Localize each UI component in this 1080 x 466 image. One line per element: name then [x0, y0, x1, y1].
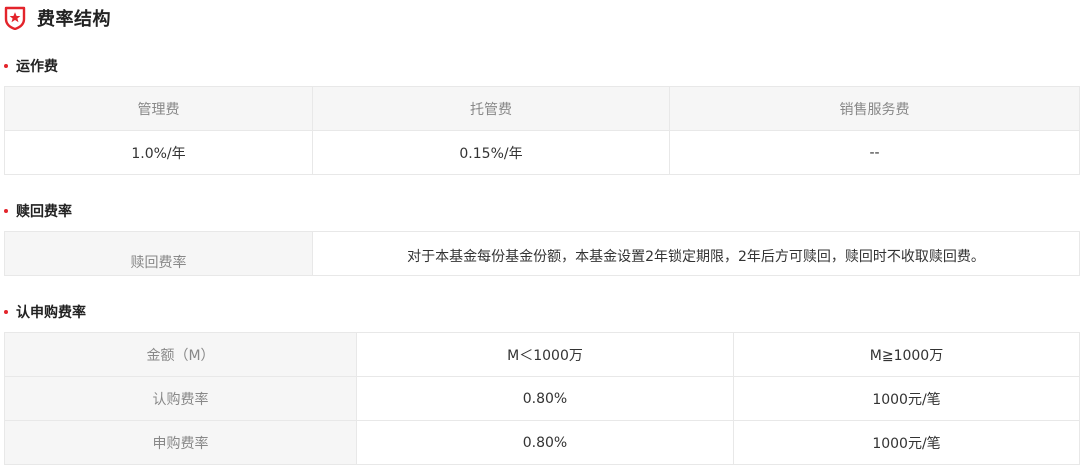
row-label-purchase-rate: 申购费率 — [4, 420, 357, 465]
table-row: 1.0%/年 0.15%/年 -- — [4, 130, 1080, 175]
section-title-label: 认申购费率 — [16, 305, 86, 321]
header-cell-custody-fee: 托管费 — [312, 86, 670, 131]
header-cell-amount: 金额（M） — [4, 332, 357, 377]
red-dot-icon — [4, 209, 8, 213]
cell-management-fee: 1.0%/年 — [4, 130, 313, 175]
header-cell-sales-service-fee: 销售服务费 — [669, 86, 1080, 131]
page-header: 费率结构 — [4, 5, 111, 31]
redemption-table: 赎回费率 对于本基金每份基金份额，本基金设置2年锁定期限，2年后方可赎回，赎回时… — [4, 231, 1080, 276]
red-dot-icon — [4, 64, 8, 68]
table-row: 申购费率 0.80% 1000元/笔 — [4, 420, 1080, 465]
row-label-subscription-rate: 认购费率 — [4, 376, 357, 421]
cell-value: 0.80% — [356, 376, 734, 421]
page-title: 费率结构 — [37, 9, 111, 30]
redemption-description-cell: 对于本基金每份基金份额，本基金设置2年锁定期限，2年后方可赎回，赎回时不收取赎回… — [312, 231, 1080, 276]
table-row: 赎回费率 对于本基金每份基金份额，本基金设置2年锁定期限，2年后方可赎回，赎回时… — [4, 231, 1080, 276]
red-dot-icon — [4, 310, 8, 314]
shield-star-icon — [4, 6, 26, 30]
redemption-label-cell: 赎回费率 — [4, 231, 313, 276]
table-header-row: 管理费 托管费 销售服务费 — [4, 86, 1080, 131]
operating-fees-table: 管理费 托管费 销售服务费 1.0%/年 0.15%/年 -- — [4, 86, 1080, 175]
section-title-subscription: 认申购费率 — [4, 302, 86, 322]
section-title-label: 赎回费率 — [16, 204, 72, 220]
section-title-redemption: 赎回费率 — [4, 201, 72, 221]
header-cell-below-threshold: M＜1000万 — [356, 332, 734, 377]
table-row: 认购费率 0.80% 1000元/笔 — [4, 376, 1080, 421]
header-cell-management-fee: 管理费 — [4, 86, 313, 131]
table-header-row: 金额（M） M＜1000万 M≧1000万 — [4, 332, 1080, 377]
header-cell-above-threshold: M≧1000万 — [733, 332, 1080, 377]
subscription-table: 金额（M） M＜1000万 M≧1000万 认购费率 0.80% 1000元/笔… — [4, 332, 1080, 465]
section-title-operating-fees: 运作费 — [4, 56, 58, 76]
section-title-label: 运作费 — [16, 59, 58, 75]
cell-value: 0.80% — [356, 420, 734, 465]
cell-value: 1000元/笔 — [733, 420, 1080, 465]
cell-custody-fee: 0.15%/年 — [312, 130, 670, 175]
cell-value: 1000元/笔 — [733, 376, 1080, 421]
cell-sales-service-fee: -- — [669, 130, 1080, 175]
